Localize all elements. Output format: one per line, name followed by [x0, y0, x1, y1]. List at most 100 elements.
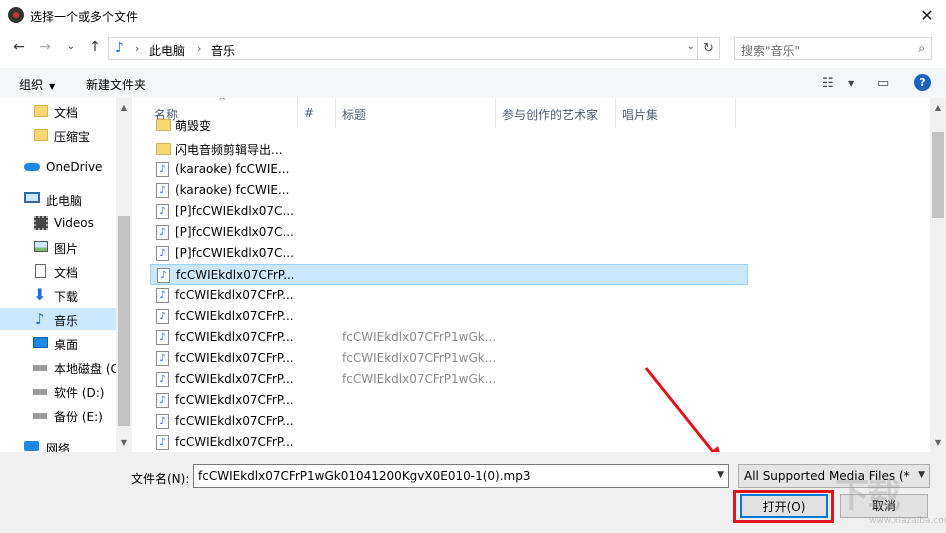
file-title: fcCWIEkdlx07CFrP1wGk... [342, 351, 497, 365]
music-file-icon: ♪ [156, 225, 169, 240]
sidebar-item-onedrive[interactable]: OneDrive [0, 156, 116, 178]
music-file-icon: ♪ [156, 435, 169, 450]
drive-icon [33, 413, 47, 419]
computer-icon [24, 192, 40, 203]
sidebar-item-pictures[interactable]: 图片 [0, 236, 116, 258]
new-folder-button[interactable]: 新建文件夹 [86, 76, 146, 93]
view-options-icon[interactable]: ☷ [822, 76, 834, 91]
desktop-icon [33, 337, 48, 348]
music-file-icon: ♪ [156, 288, 169, 303]
filename-label: 文件名(N): [131, 472, 190, 486]
scroll-down-icon[interactable]: ▼ [930, 435, 946, 451]
file-name: fcCWIEkdlx07CFrP... [175, 372, 294, 386]
sort-up-icon: ^ [218, 98, 227, 107]
file-name: fcCWIEkdlx07CFrP... [175, 393, 294, 407]
document-icon [35, 264, 46, 278]
chevron-right-icon: › [135, 42, 140, 55]
breadcrumb-this-pc[interactable]: 此电脑 [149, 42, 185, 59]
file-row[interactable]: ♪ (karaoke) fcCWIE... [150, 180, 748, 201]
scrollbar-thumb[interactable] [932, 132, 944, 218]
breadcrumb-music[interactable]: 音乐 [211, 42, 235, 59]
music-file-icon: ♪ [156, 183, 169, 198]
download-icon: ⬇ [33, 285, 47, 304]
music-file-icon: ♪ [156, 204, 169, 219]
chevron-down-icon[interactable]: ⌄ [687, 41, 695, 52]
organize-label: 组织 [19, 78, 44, 92]
scroll-up-icon[interactable]: ▲ [116, 100, 132, 116]
caret-down-icon[interactable]: ▼ [848, 79, 854, 88]
folder-icon [34, 129, 48, 141]
search-input[interactable]: 搜索"音乐" ⌕ [734, 37, 932, 60]
sidebar-item-yasuobao[interactable]: 压缩宝 [0, 124, 116, 146]
file-title: fcCWIEkdlx07CFrP1wGk... [342, 372, 497, 386]
sidebar-item-drive-c[interactable]: 本地磁盘 (C [0, 356, 119, 378]
sidebar-item-music[interactable]: ♪ 音乐 [0, 308, 116, 330]
up-button[interactable]: ↑ [86, 38, 104, 56]
file-row[interactable]: ♪ [P]fcCWIEkdlx07C... [150, 222, 748, 243]
window-title: 选择一个或多个文件 [30, 10, 139, 24]
sidebar-item-label: 下载 [54, 290, 79, 304]
sidebar-item-label: 备份 (E:) [54, 410, 103, 424]
sidebar-item-desktop[interactable]: 桌面 [0, 332, 116, 354]
sidebar-item-drive-d[interactable]: 软件 (D:) [0, 380, 116, 402]
sidebar-item-documents-2[interactable]: 文档 [0, 260, 116, 282]
file-name: 闪电音频剪辑导出... [175, 143, 283, 157]
forward-button[interactable]: → [36, 38, 54, 56]
sidebar-item-this-pc[interactable]: 此电脑 [0, 188, 116, 210]
organize-menu[interactable]: 组织 ▼ [19, 76, 55, 93]
sidebar-item-label: 此电脑 [46, 194, 83, 208]
sidebar-item-label: 网络 [46, 442, 71, 452]
file-name: [P]fcCWIEkdlx07C... [175, 225, 294, 239]
scroll-up-icon[interactable]: ▲ [930, 100, 946, 116]
file-list-scrollbar[interactable]: ▲ ▼ [930, 98, 946, 452]
sidebar-item-videos[interactable]: Videos [0, 212, 116, 234]
sidebar-scrollbar[interactable]: ▲ ▼ [116, 98, 132, 452]
sidebar-item-label: OneDrive [46, 160, 103, 174]
chevron-right-icon: › [197, 42, 202, 55]
caret-down-icon: ▼ [49, 82, 56, 91]
watermark: 下载 www.xiazaiba.com [835, 468, 946, 528]
watermark-logo: 下载 [835, 476, 901, 516]
chevron-down-icon[interactable]: ▼ [717, 470, 724, 480]
file-list-pane: 名称 ^ # 标题 参与创作的艺术家 唱片集 萌毁变 闪电音频剪辑导出... ♪ (ka… [132, 98, 946, 452]
scroll-down-icon[interactable]: ▼ [116, 435, 132, 451]
file-name: (karaoke) fcCWIE... [175, 162, 290, 176]
file-row[interactable]: ♪ fcCWIEkdlx07CFrP... [150, 306, 748, 327]
sidebar-item-label: 音乐 [54, 314, 79, 328]
sidebar-item-drive-e[interactable]: 备份 (E:) [0, 404, 116, 426]
close-button[interactable]: ✕ [916, 5, 938, 27]
recent-locations-button[interactable]: ⌄ [62, 38, 80, 56]
file-row[interactable]: ♪ fcCWIEkdlx07CFrP... [150, 285, 748, 306]
file-name: fcCWIEkdlx07CFrP... [175, 435, 294, 449]
file-row[interactable]: ♪ [P]fcCWIEkdlx07C... [150, 243, 748, 264]
file-row[interactable]: ♪ fcCWIEkdlx07CFrP... [150, 264, 748, 285]
file-row[interactable]: 萌毁变 [150, 114, 748, 135]
network-icon [24, 441, 39, 451]
back-button[interactable]: ← [10, 38, 28, 56]
address-bar[interactable]: ♪ › 此电脑 › 音乐 ⌄ [108, 37, 698, 60]
file-name: (karaoke) fcCWIE... [175, 183, 290, 197]
music-file-icon: ♪ [157, 268, 170, 283]
file-row[interactable]: ♪ [P]fcCWIEkdlx07C... [150, 201, 748, 222]
file-row[interactable]: ♪ fcCWIEkdlx07CFrP... fcCWIEkdlx07CFrP1wGk… [150, 327, 748, 348]
help-icon[interactable]: ? [914, 74, 931, 91]
file-row[interactable]: ♪ (karaoke) fcCWIE... [150, 159, 748, 180]
folder-icon [156, 143, 171, 155]
command-bar: 组织 ▼ 新建文件夹 ☷ ▼ ▭ ? [0, 68, 946, 98]
refresh-button[interactable]: ↻ [698, 37, 720, 60]
sidebar-item-documents[interactable]: 文档 [0, 100, 116, 122]
folder-icon [156, 119, 171, 131]
file-name: fcCWIEkdlx07CFrP... [175, 351, 294, 365]
music-icon: ♪ [35, 310, 45, 328]
sidebar-item-downloads[interactable]: ⬇ 下载 [0, 284, 116, 306]
preview-pane-icon[interactable]: ▭ [877, 76, 889, 91]
file-row[interactable]: 闪电音频剪辑导出... [150, 138, 748, 159]
title-bar: 选择一个或多个文件 ✕ [0, 0, 946, 31]
scrollbar-thumb[interactable] [118, 216, 130, 426]
filename-field[interactable]: fcCWIEkdlx07CFrP1wGk01041200KgvX0E010-1(… [193, 464, 729, 488]
music-file-icon: ♪ [156, 393, 169, 408]
watermark-url: www.xiazaiba.com [869, 516, 946, 526]
sidebar-item-network[interactable]: 网络 [0, 436, 116, 452]
app-icon [8, 7, 24, 23]
file-name: fcCWIEkdlx07CFrP... [175, 309, 294, 323]
